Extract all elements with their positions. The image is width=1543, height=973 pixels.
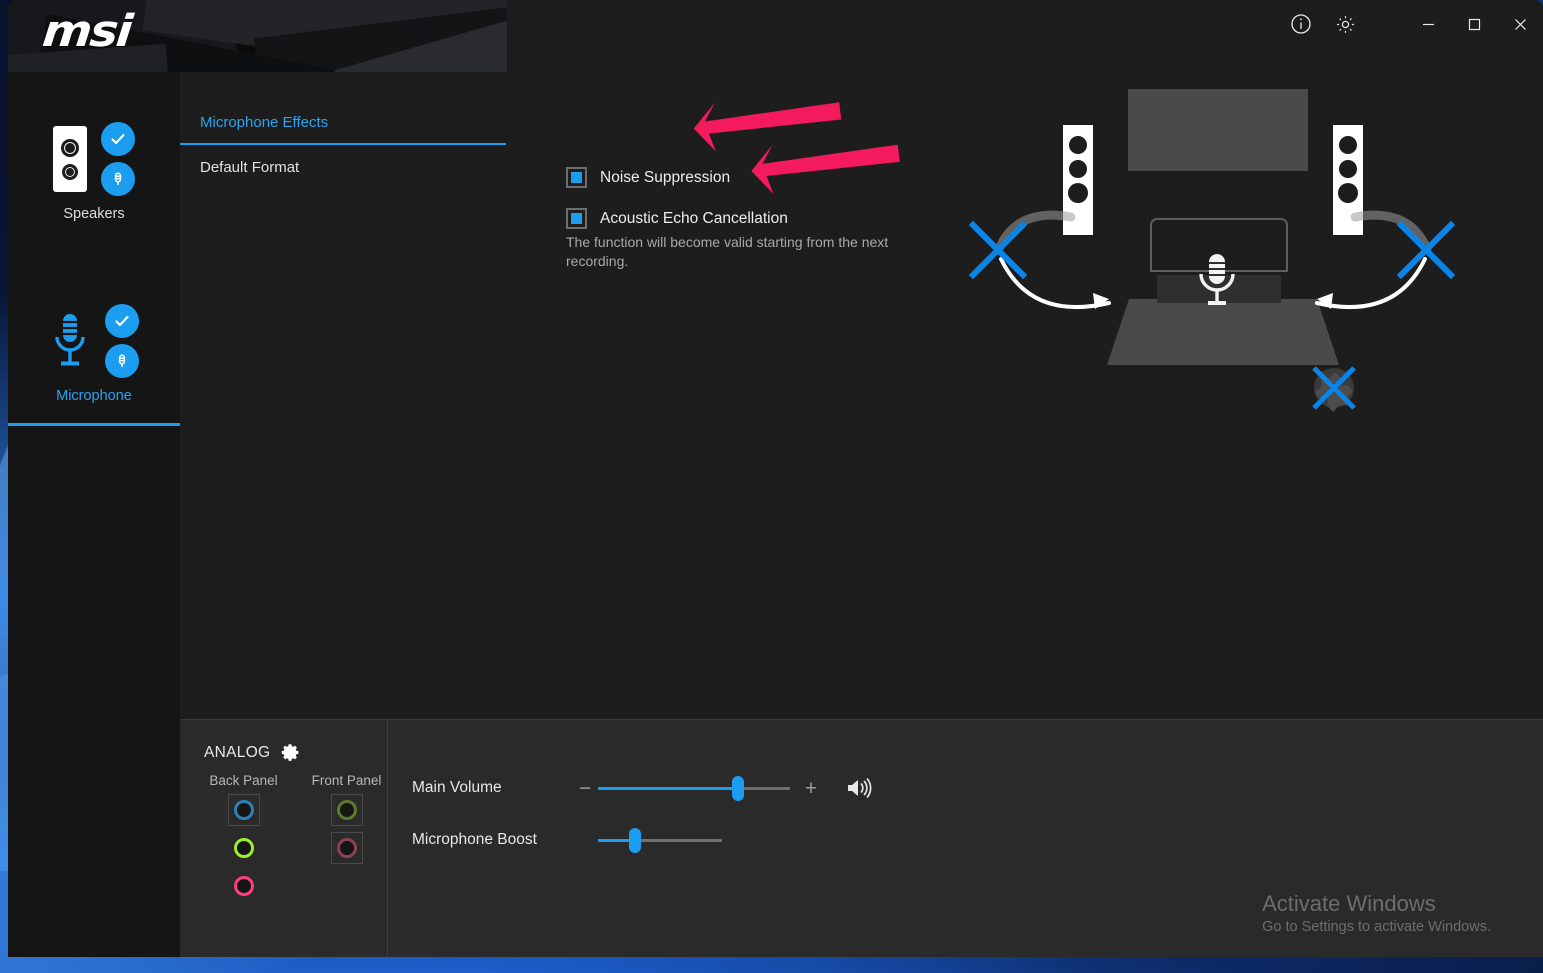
- device-sidebar: Speakers: [8, 72, 180, 957]
- analog-label: ANALOG: [204, 744, 270, 762]
- minimize-icon[interactable]: [1405, 1, 1451, 47]
- window-titlebar: msi: [8, 0, 1543, 72]
- checkbox-fill: [571, 213, 582, 224]
- jack-plug-icon[interactable]: [105, 344, 139, 378]
- tab-default-format[interactable]: Default Format: [180, 145, 506, 190]
- speakers-device-row: [8, 116, 180, 202]
- speaker-icon: [53, 126, 87, 192]
- window-controls: [1279, 0, 1543, 48]
- jack-line-in-blue[interactable]: [228, 794, 260, 826]
- watermark-subtitle: Go to Settings to activate Windows.: [1262, 919, 1491, 935]
- main-volume-label: Main Volume: [412, 779, 572, 797]
- option-noise-suppression[interactable]: Noise Suppression: [566, 167, 966, 188]
- arrow-to-noise-suppression: [694, 102, 841, 151]
- microphone-icon: [49, 310, 91, 372]
- speaker-microphone-echo-diagram: [961, 77, 1481, 437]
- volume-decrease-button[interactable]: −: [572, 778, 598, 799]
- option-label: Noise Suppression: [600, 169, 730, 187]
- speaker-driver: [61, 139, 79, 157]
- echo-path-right-blocked: [1401, 225, 1451, 275]
- activate-windows-watermark: Activate Windows Go to Settings to activ…: [1262, 890, 1491, 935]
- speakers-badges: [101, 122, 135, 196]
- microphone-boost-label: Microphone Boost: [412, 831, 572, 849]
- gear-icon[interactable]: [1323, 1, 1367, 47]
- microphone-boost-slider[interactable]: [598, 839, 722, 842]
- option-label: Acoustic Echo Cancellation: [600, 210, 788, 228]
- analog-header: ANALOG: [204, 742, 387, 763]
- back-panel-jacks: [206, 794, 281, 902]
- front-panel-jacks: [309, 794, 384, 902]
- jack-columns: [204, 794, 387, 902]
- microphone-boost-row: Microphone Boost: [412, 814, 1543, 866]
- jack-ring: [337, 838, 357, 858]
- tab-list: Microphone Effects Default Format: [180, 72, 506, 719]
- main-volume-slider[interactable]: [598, 787, 790, 790]
- jack-ring: [337, 800, 357, 820]
- volume-increase-button[interactable]: +: [798, 778, 824, 799]
- gear-icon[interactable]: [280, 742, 301, 763]
- check-icon[interactable]: [101, 122, 135, 156]
- sidebar-item-label: Microphone: [8, 388, 180, 404]
- brand-banner: msi: [8, 0, 507, 72]
- tab-microphone-effects[interactable]: Microphone Effects: [180, 100, 506, 145]
- monitor-shape: [1128, 89, 1308, 171]
- back-panel-heading: Back Panel: [206, 773, 281, 788]
- jack-plug-icon[interactable]: [101, 162, 135, 196]
- sidebar-item-label: Speakers: [8, 206, 180, 222]
- analog-jack-section: ANALOG Back Panel Front Panel: [180, 720, 388, 957]
- jack-line-out-green[interactable]: [228, 832, 260, 864]
- acoustic-echo-cancellation-checkbox[interactable]: [566, 208, 587, 229]
- microphone-device-row: [8, 298, 180, 384]
- volume-speaker-icon[interactable]: [846, 777, 872, 799]
- effect-options: Noise Suppression Acoustic Echo Cancella…: [566, 167, 966, 271]
- noise-suppression-checkbox[interactable]: [566, 167, 587, 188]
- jack-front-out-green[interactable]: [331, 794, 363, 826]
- microphone-badges: [105, 304, 139, 378]
- window-body: Speakers: [8, 72, 1543, 957]
- microphone-effects-pane: Noise Suppression Acoustic Echo Cancella…: [506, 72, 1543, 719]
- jack-ring: [234, 800, 254, 820]
- effects-note: The function will become valid starting …: [566, 233, 921, 271]
- option-acoustic-echo-cancellation[interactable]: Acoustic Echo Cancellation: [566, 208, 966, 229]
- echo-arc-left: [999, 215, 1071, 249]
- slider-fill: [598, 787, 738, 790]
- main-volume-row: Main Volume − +: [412, 762, 1543, 814]
- content-area: Microphone Effects Default Format Noise …: [180, 72, 1543, 957]
- slider-knob[interactable]: [629, 828, 641, 853]
- check-icon[interactable]: [105, 304, 139, 338]
- slider-knob[interactable]: [732, 776, 744, 801]
- sidebar-item-microphone[interactable]: Microphone: [8, 290, 180, 418]
- bottom-panel: ANALOG Back Panel Front Panel: [180, 719, 1543, 957]
- jack-front-mic-red[interactable]: [331, 832, 363, 864]
- panel-headings: Back Panel Front Panel: [204, 773, 387, 788]
- watermark-title: Activate Windows: [1262, 890, 1491, 919]
- info-circle-icon[interactable]: [1279, 1, 1323, 47]
- close-icon[interactable]: [1497, 1, 1543, 47]
- speaker-driver: [62, 164, 78, 180]
- jack-mic-in-pink[interactable]: [228, 870, 260, 902]
- msi-audio-control-window: msi: [8, 0, 1543, 957]
- fan-noise-blocked: [1314, 368, 1354, 412]
- desk-shape: [1107, 299, 1339, 365]
- echo-path-left-blocked: [973, 225, 1023, 275]
- jack-ring: [234, 838, 254, 858]
- jack-ring: [234, 876, 254, 896]
- maximize-icon[interactable]: [1451, 1, 1497, 47]
- checkbox-fill: [571, 172, 582, 183]
- sidebar-item-speakers[interactable]: Speakers: [8, 108, 180, 236]
- front-panel-heading: Front Panel: [309, 773, 384, 788]
- tabs-and-main: Microphone Effects Default Format Noise …: [180, 72, 1543, 719]
- msi-logo: msi: [40, 10, 132, 54]
